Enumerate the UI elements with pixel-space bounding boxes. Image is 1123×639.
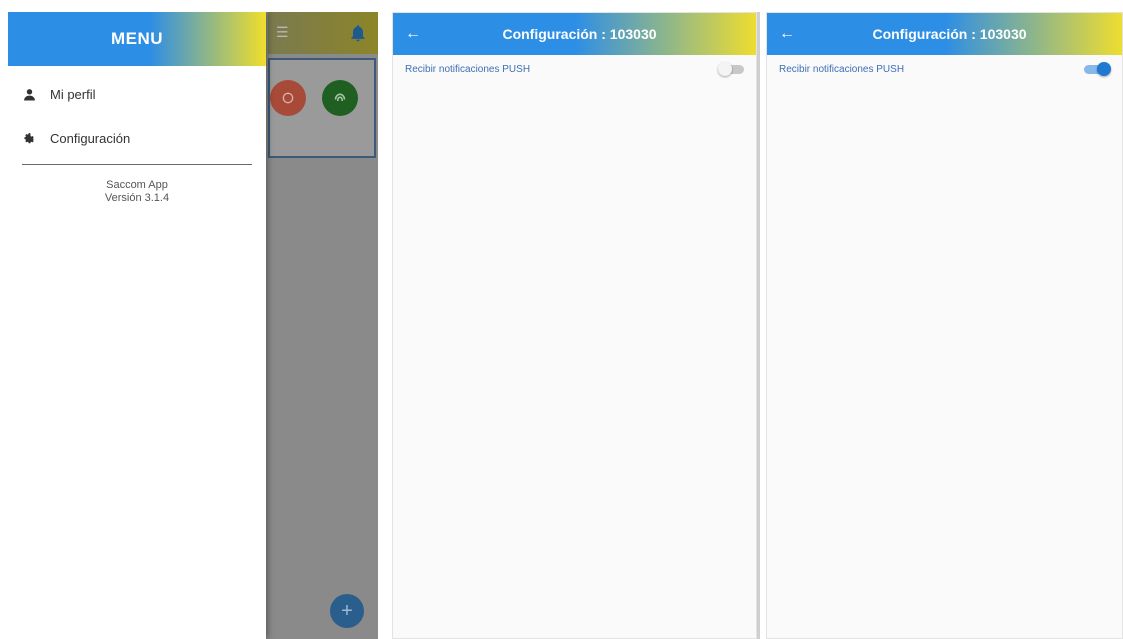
alert-icon xyxy=(282,92,294,104)
background-red-action-icon xyxy=(270,80,306,116)
page-title: Configuración : 103030 xyxy=(502,26,657,42)
screenshot-separator xyxy=(757,12,760,639)
push-notifications-setting: Recibir notificaciones PUSH xyxy=(393,55,756,83)
drawer-item-label: Configuración xyxy=(50,130,131,146)
gear-icon xyxy=(22,131,36,145)
push-notifications-setting: Recibir notificaciones PUSH xyxy=(767,55,1122,83)
drawer-header: MENU xyxy=(8,12,266,66)
background-action-card xyxy=(268,58,376,158)
drawer-divider xyxy=(22,164,252,165)
drawer-item-profile[interactable]: Mi perfil xyxy=(8,72,266,116)
navigation-drawer: MENU Mi perfil Configuración Saccom App … xyxy=(8,12,266,639)
background-app-bar: ☰ xyxy=(268,12,378,54)
app-bar: ← Configuración : 103030 xyxy=(767,13,1122,55)
bell-icon xyxy=(351,25,365,42)
config-screen-push-on: ← Configuración : 103030 Recibir notific… xyxy=(766,12,1123,639)
menu-screen: ☰ + MENU Mi perfil Configuración Saccom … xyxy=(8,12,378,639)
push-notifications-toggle[interactable] xyxy=(718,62,746,76)
app-info: Saccom App Versión 3.1.4 xyxy=(8,179,266,205)
drawer-item-label: Mi perfil xyxy=(50,86,96,102)
fingerprint-icon xyxy=(334,93,346,102)
drawer-title: MENU xyxy=(110,29,164,48)
app-name: Saccom App xyxy=(106,179,168,191)
back-arrow-icon[interactable]: ← xyxy=(767,25,807,43)
config-screen-push-off: ← Configuración : 103030 Recibir notific… xyxy=(392,12,757,639)
person-icon xyxy=(22,87,36,101)
back-arrow-icon[interactable]: ← xyxy=(393,25,433,43)
page-title: Configuración : 103030 xyxy=(872,26,1027,42)
menu-icon: ☰ xyxy=(276,24,289,40)
push-notifications-label: Recibir notificaciones PUSH xyxy=(779,63,905,75)
background-green-action-icon xyxy=(322,80,358,116)
app-version: Versión 3.1.4 xyxy=(104,192,170,204)
toggle-thumb xyxy=(718,62,732,76)
toggle-thumb xyxy=(1097,62,1111,76)
fab-add-button[interactable]: + xyxy=(330,594,364,628)
drawer-item-settings[interactable]: Configuración xyxy=(8,116,266,160)
app-bar: ← Configuración : 103030 xyxy=(393,13,756,55)
push-notifications-toggle[interactable] xyxy=(1084,62,1112,76)
push-notifications-label: Recibir notificaciones PUSH xyxy=(405,63,531,75)
